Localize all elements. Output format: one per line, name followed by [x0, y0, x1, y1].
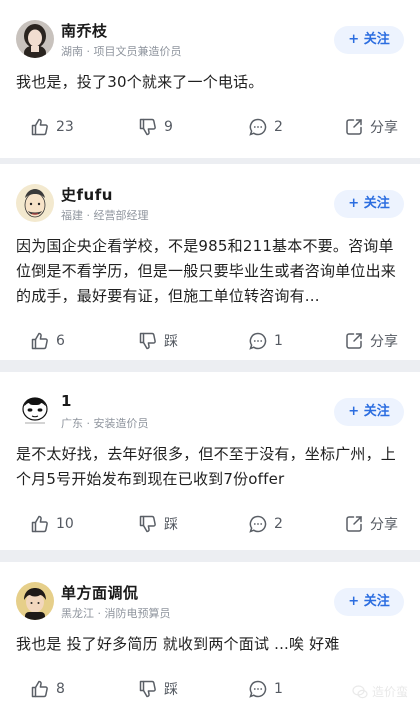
like-count: 10: [56, 516, 74, 532]
share-label: 分享: [370, 517, 398, 533]
author-name[interactable]: 1: [61, 392, 72, 410]
thumb-down-icon: [138, 117, 158, 137]
comment-count: 1: [274, 681, 283, 697]
thumb-up-icon: [30, 331, 50, 351]
comment-count: 2: [274, 119, 283, 135]
action-bar: 8 踩 1: [16, 665, 404, 713]
share-label: 分享: [370, 334, 398, 350]
post-header: 史fufu 福建 · 经营部经理 + 关注: [16, 164, 404, 226]
comment-icon: [248, 514, 268, 534]
follow-button[interactable]: + 关注: [334, 26, 404, 54]
dislike-count: 9: [164, 119, 173, 135]
share-button[interactable]: 分享: [344, 317, 398, 365]
action-bar: 6 踩 1 分享: [16, 317, 404, 365]
comment-count: 1: [274, 333, 283, 349]
comment-text: 是不太好找，去年好很多，但不至于没有，坐标广州，上个月5号开始发布到现在已收到7…: [16, 445, 397, 488]
share-icon: [344, 331, 364, 351]
share-button[interactable]: 分享: [344, 500, 398, 548]
action-bar: 10 踩 2 分享: [16, 500, 404, 548]
like-count: 6: [56, 333, 65, 349]
author-meta: 福建 · 经营部经理: [61, 209, 149, 222]
avatar[interactable]: [16, 184, 54, 222]
share-icon: [344, 117, 364, 137]
post-header: 南乔枝 湖南 · 项目文员兼造价员 + 关注: [16, 0, 404, 62]
like-button[interactable]: 10: [30, 500, 74, 548]
post-header: 单方面调侃 黑龙江 · 消防电预算员 + 关注: [16, 562, 404, 624]
thumb-up-icon: [30, 117, 50, 137]
post-card: 史fufu 福建 · 经营部经理 + 关注 因为国企央企看学校，不是985和21…: [0, 164, 420, 360]
post-header: 1 广东 · 安装造价员 + 关注: [16, 372, 404, 434]
dislike-button[interactable]: 9: [138, 103, 173, 151]
dislike-label: 踩: [164, 334, 178, 350]
thumb-down-icon: [138, 331, 158, 351]
avatar[interactable]: [16, 20, 54, 58]
dislike-label: 踩: [164, 682, 178, 698]
post-card: 南乔枝 湖南 · 项目文员兼造价员 + 关注 我也是，投了30个就来了一个电话。…: [0, 0, 420, 158]
comment-text: 我也是 投了好多简历 就收到两个面试 ...唉 好难: [16, 635, 340, 653]
comment-icon: [248, 117, 268, 137]
post-card: 1 广东 · 安装造价员 + 关注 是不太好找，去年好很多，但不至于没有，坐标广…: [0, 372, 420, 550]
avatar[interactable]: [16, 582, 54, 620]
dislike-button[interactable]: 踩: [138, 665, 178, 713]
share-label: 分享: [370, 120, 398, 136]
author-name[interactable]: 史fufu: [61, 184, 113, 205]
avatar[interactable]: [16, 392, 54, 430]
comment-button[interactable]: 1: [248, 665, 283, 713]
comment-count: 2: [274, 516, 283, 532]
like-button[interactable]: 8: [30, 665, 65, 713]
comment-button[interactable]: 1: [248, 317, 283, 365]
comment-button[interactable]: 2: [248, 103, 283, 151]
like-count: 23: [56, 119, 74, 135]
wechat-icon: [352, 684, 368, 700]
thumb-up-icon: [30, 679, 50, 699]
thumb-down-icon: [138, 679, 158, 699]
follow-button[interactable]: + 关注: [334, 588, 404, 616]
like-button[interactable]: 23: [30, 103, 74, 151]
action-bar: 23 9 2 分享: [16, 103, 404, 151]
dislike-label: 踩: [164, 517, 178, 533]
comment-icon: [248, 679, 268, 699]
watermark: 造价蛮: [352, 683, 408, 700]
comment-icon: [248, 331, 268, 351]
like-count: 8: [56, 681, 65, 697]
author-name[interactable]: 单方面调侃: [61, 582, 139, 603]
comment-button[interactable]: 2: [248, 500, 283, 548]
like-button[interactable]: 6: [30, 317, 65, 365]
author-meta: 黑龙江 · 消防电预算员: [61, 607, 171, 620]
share-icon: [344, 514, 364, 534]
follow-button[interactable]: + 关注: [334, 190, 404, 218]
watermark-text: 造价蛮: [371, 685, 408, 699]
author-meta: 湖南 · 项目文员兼造价员: [61, 45, 182, 58]
comment-text: 我也是，投了30个就来了一个电话。: [16, 73, 264, 91]
follow-button[interactable]: + 关注: [334, 398, 404, 426]
author-meta: 广东 · 安装造价员: [61, 417, 149, 430]
comment-text: 因为国企央企看学校，不是985和211基本不要。咨询单位倒是不看学历，但是一般只…: [16, 237, 397, 305]
author-name[interactable]: 南乔枝: [61, 20, 108, 41]
dislike-button[interactable]: 踩: [138, 500, 178, 548]
thumb-up-icon: [30, 514, 50, 534]
share-button[interactable]: 分享: [344, 103, 398, 151]
dislike-button[interactable]: 踩: [138, 317, 178, 365]
thumb-down-icon: [138, 514, 158, 534]
